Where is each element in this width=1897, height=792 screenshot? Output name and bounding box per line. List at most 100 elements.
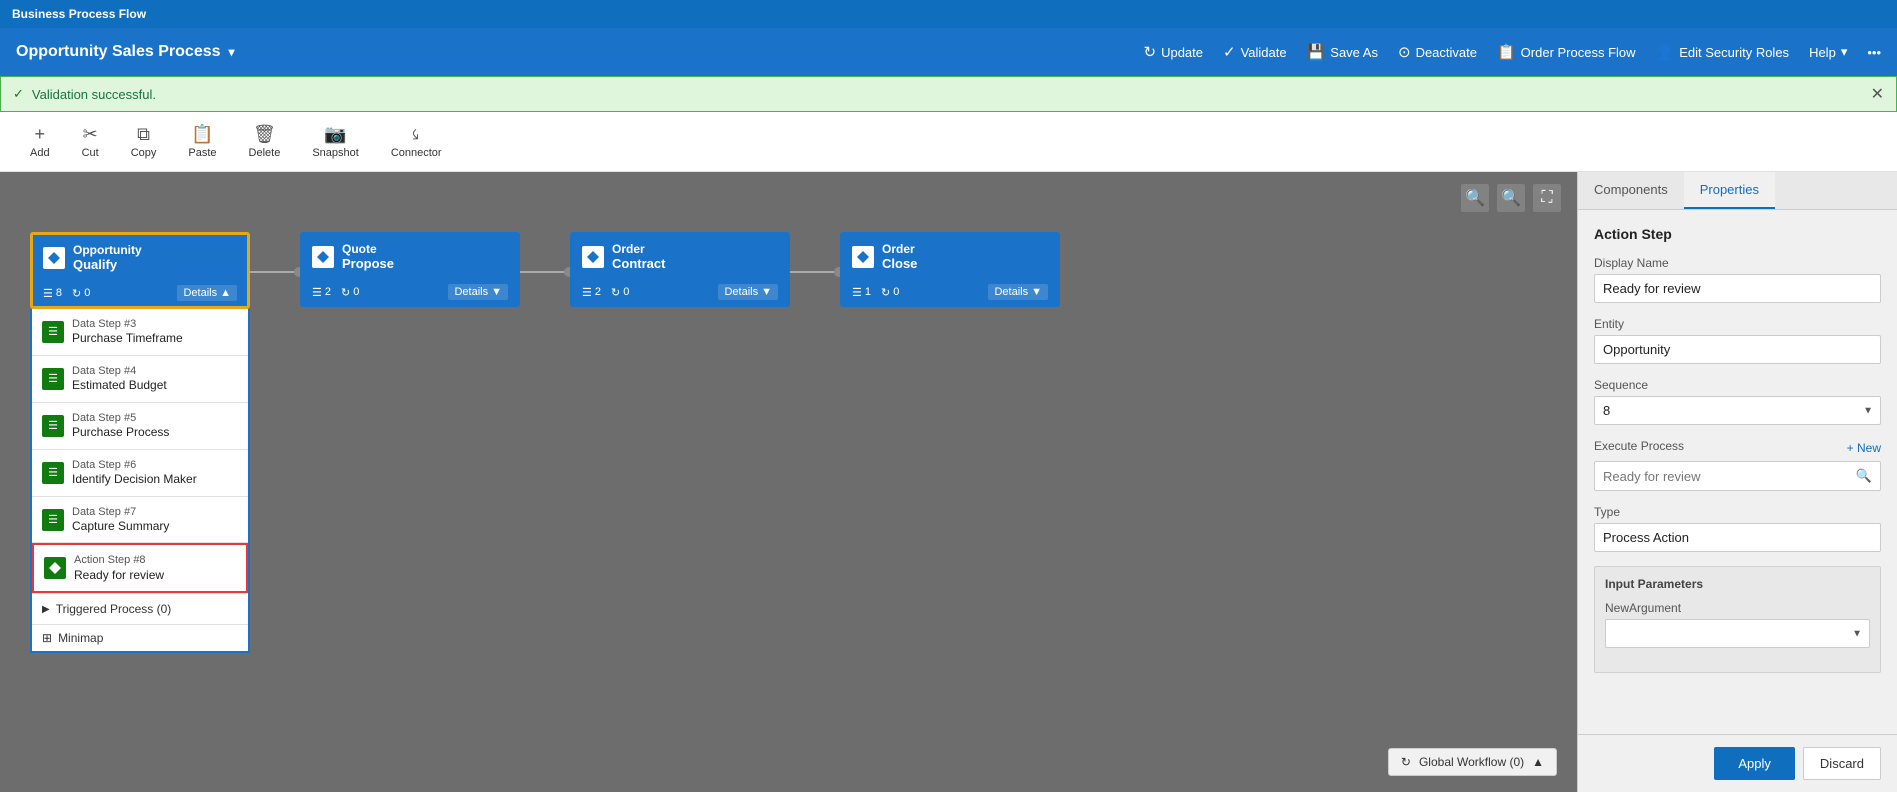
fit-button[interactable]: ⛶ <box>1533 184 1561 212</box>
connector-3 <box>790 232 840 312</box>
update-action[interactable]: ↻ Update <box>1144 43 1204 61</box>
snapshot-icon: 📷 <box>324 124 346 145</box>
qualify-node[interactable]: Opportunity Qualify ☰ 8 ↻ 0 <box>30 232 250 309</box>
discard-button[interactable]: Discard <box>1803 747 1881 780</box>
step-item-8[interactable]: Action Step #8 Ready for review <box>32 543 248 593</box>
propose-details-button[interactable]: Details ▼ <box>448 284 508 300</box>
new-argument-label: NewArgument <box>1605 601 1870 615</box>
entity-input[interactable] <box>1594 335 1881 364</box>
step3-text: Data Step #3 Purchase Timeframe <box>72 317 183 347</box>
step7-label: Data Step #7 <box>72 505 169 519</box>
chevron-down-icon[interactable]: ▾ <box>229 45 235 59</box>
close-node[interactable]: Order Close ☰ 1 ↻ 0 <box>840 232 1060 307</box>
snapshot-button[interactable]: 📷 Snapshot <box>298 118 372 165</box>
canvas[interactable]: 🔍 🔍 ⛶ Opportunity Qualify <box>0 172 1577 792</box>
paste-button[interactable]: 📋 Paste <box>174 118 230 165</box>
contract-node[interactable]: Order Contract ☰ 2 ↻ 0 <box>570 232 790 307</box>
validate-action[interactable]: ✓ Validate <box>1223 43 1287 61</box>
header: Opportunity Sales Process ▾ ↻ Update ✓ V… <box>0 28 1897 76</box>
qualify-details-button[interactable]: Details ▲ <box>177 285 237 301</box>
main-area: 🔍 🔍 ⛶ Opportunity Qualify <box>0 172 1897 792</box>
contract-subtitle-text: Contract <box>612 256 665 271</box>
search-icon[interactable]: 🔍 <box>1848 462 1880 490</box>
order-process-icon: 📋 <box>1497 43 1516 61</box>
step-item-5[interactable]: ☰ Data Step #5 Purchase Process <box>32 403 248 450</box>
qualify-title-text: Opportunity <box>73 243 142 257</box>
close-details-button[interactable]: Details ▼ <box>988 284 1048 300</box>
deactivate-action[interactable]: ⊙ Deactivate <box>1398 43 1477 61</box>
connector-button[interactable]: ⤷ Connector <box>377 118 456 165</box>
top-bar-title: Business Process Flow <box>12 7 146 21</box>
tab-components[interactable]: Components <box>1578 172 1684 209</box>
step-item-6[interactable]: ☰ Data Step #6 Identify Decision Maker <box>32 450 248 497</box>
edit-security-roles-action[interactable]: 👤 Edit Security Roles <box>1656 43 1790 61</box>
close-process-count: ↻ 0 <box>881 286 899 299</box>
zoom-out-button[interactable]: 🔍 <box>1461 184 1489 212</box>
help-action[interactable]: Help ▾ <box>1809 44 1847 60</box>
delete-label: Delete <box>249 147 281 159</box>
step5-icon: ☰ <box>42 415 64 437</box>
apply-button[interactable]: Apply <box>1714 747 1795 780</box>
global-workflow[interactable]: ↻ Global Workflow (0) ▲ <box>1388 748 1557 776</box>
order-process-flow-action[interactable]: 📋 Order Process Flow <box>1497 43 1636 61</box>
propose-subtitle-text: Propose <box>342 256 394 271</box>
close-steps-count: ☰ 1 <box>852 286 871 299</box>
copy-button[interactable]: ⧉ Copy <box>117 118 171 165</box>
paste-label: Paste <box>188 147 216 159</box>
type-input[interactable] <box>1594 523 1881 552</box>
step6-text: Data Step #6 Identify Decision Maker <box>72 458 197 488</box>
validate-label: Validate <box>1241 45 1287 60</box>
step5-name: Purchase Process <box>72 425 169 441</box>
save-as-action[interactable]: 💾 Save As <box>1307 43 1378 61</box>
delete-button[interactable]: 🗑 Delete <box>235 118 295 165</box>
display-name-group: Display Name <box>1594 256 1881 303</box>
zoom-in-button[interactable]: 🔍 <box>1497 184 1525 212</box>
qualify-steps-count: ☰ 8 <box>43 287 62 300</box>
new-link[interactable]: + New <box>1847 441 1881 455</box>
cut-button[interactable]: ✂ Cut <box>68 118 113 165</box>
contract-title-text: Order <box>612 242 665 256</box>
close-details-chevron: ▼ <box>1031 286 1042 298</box>
step8-icon <box>44 557 66 579</box>
qualify-subtitle-text: Qualify <box>73 257 142 272</box>
execute-process-input[interactable] <box>1595 462 1848 490</box>
execute-process-label: Execute Process <box>1594 439 1684 453</box>
contract-details-chevron: ▼ <box>761 286 772 298</box>
step5-text: Data Step #5 Purchase Process <box>72 411 169 441</box>
triggered-process-section: ▶ Triggered Process (0) <box>32 593 248 624</box>
add-button[interactable]: + Add <box>16 118 64 165</box>
process-icon: ↻ <box>72 287 81 300</box>
step-item-3[interactable]: ☰ Data Step #3 Purchase Timeframe <box>32 309 248 356</box>
qualify-process-count: ↻ 0 <box>72 287 90 300</box>
sequence-select[interactable]: 8 <box>1594 396 1881 425</box>
minimap-bar[interactable]: ⊞ Minimap <box>32 624 248 651</box>
chevron-help-icon: ▾ <box>1841 44 1848 60</box>
display-name-input[interactable] <box>1594 274 1881 303</box>
more-actions[interactable]: ••• <box>1867 45 1881 60</box>
qualify-node-footer: ☰ 8 ↻ 0 Details ▲ <box>33 280 247 306</box>
propose-node-header: Quote Propose <box>302 234 518 279</box>
tab-properties[interactable]: Properties <box>1684 172 1775 209</box>
propose-node-title: Quote Propose <box>342 242 394 271</box>
check-icon: ✓ <box>13 86 24 102</box>
qualify-node-header: Opportunity Qualify <box>33 235 247 280</box>
ellipsis-icon: ••• <box>1867 45 1881 60</box>
paste-icon: 📋 <box>191 124 213 145</box>
close-validation-button[interactable]: ✕ <box>1871 84 1884 104</box>
header-right: ↻ Update ✓ Validate 💾 Save As ⊙ Deactiva… <box>1144 43 1882 61</box>
cut-label: Cut <box>82 147 99 159</box>
new-argument-select[interactable] <box>1605 619 1870 648</box>
step7-icon: ☰ <box>42 509 64 531</box>
contract-process-count: ↻ 0 <box>611 286 629 299</box>
process-name[interactable]: Opportunity Sales Process <box>16 43 221 61</box>
entity-group: Entity <box>1594 317 1881 364</box>
step-item-4[interactable]: ☰ Data Step #4 Estimated Budget <box>32 356 248 403</box>
step-item-7[interactable]: ☰ Data Step #7 Capture Summary <box>32 497 248 544</box>
close-count: 1 <box>865 286 871 298</box>
add-icon: + <box>35 124 46 145</box>
connector-icon: ⤷ <box>405 124 427 146</box>
sequence-select-wrapper: 8 <box>1594 396 1881 425</box>
panel-content: Action Step Display Name Entity Sequence… <box>1578 210 1897 734</box>
propose-node[interactable]: Quote Propose ☰ 2 ↻ 0 <box>300 232 520 307</box>
contract-details-button[interactable]: Details ▼ <box>718 284 778 300</box>
